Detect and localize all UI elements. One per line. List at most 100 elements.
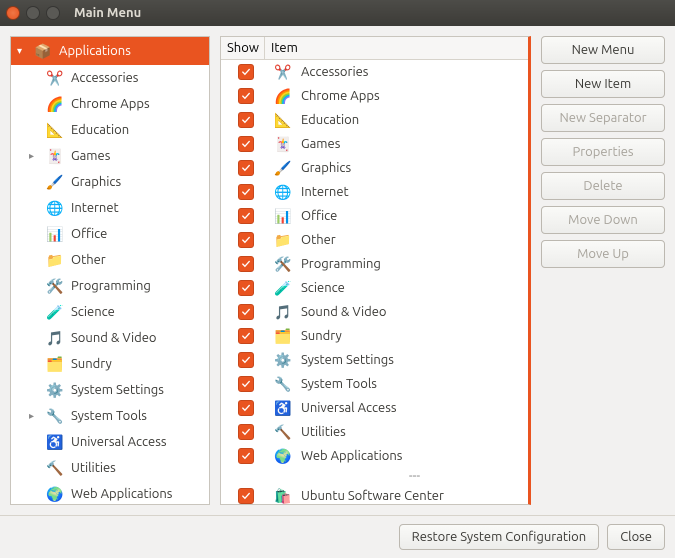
item-row[interactable]: ✓🌍Web Applications (221, 444, 528, 468)
new-item-button[interactable]: New Item (541, 70, 665, 98)
show-checkbox[interactable]: ✓ (238, 112, 254, 128)
item-row[interactable]: ✓🛠️Programming (221, 252, 528, 276)
delete-button[interactable]: Delete (541, 172, 665, 200)
tree-item-label: Games (71, 149, 110, 163)
tree-item[interactable]: ▸📊Office (11, 221, 209, 247)
maximize-icon[interactable] (46, 6, 60, 20)
tree-item[interactable]: ▸⚙️System Settings (11, 377, 209, 403)
item-label: Ubuntu Software Center (301, 489, 522, 503)
system-tools-icon: 🔧 (273, 374, 293, 394)
item-label: Education (301, 113, 522, 127)
close-button[interactable]: Close (607, 524, 665, 550)
graphics-icon: 🖌️ (45, 172, 65, 192)
item-row[interactable]: ✓🛍️Ubuntu Software Center (221, 484, 528, 504)
close-icon[interactable] (6, 6, 20, 20)
tree-item[interactable]: ▸🗂️Sundry (11, 351, 209, 377)
tree-item[interactable]: ▸🔨Utilities (11, 455, 209, 481)
show-checkbox[interactable]: ✓ (238, 328, 254, 344)
tree-item-label: Accessories (71, 71, 138, 85)
show-checkbox[interactable]: ✓ (238, 280, 254, 296)
show-checkbox[interactable]: ✓ (238, 208, 254, 224)
show-checkbox[interactable]: ✓ (238, 160, 254, 176)
column-header-show[interactable]: Show (221, 37, 265, 59)
tree-item-label: Web Applications (71, 487, 172, 501)
show-checkbox[interactable]: ✓ (238, 352, 254, 368)
show-checkbox[interactable]: ✓ (238, 232, 254, 248)
restore-button[interactable]: Restore System Configuration (399, 524, 600, 550)
column-header-item[interactable]: Item (265, 37, 528, 59)
chevron-right-icon[interactable]: ▸ (29, 410, 39, 422)
item-label: Office (301, 209, 522, 223)
tree-item[interactable]: ▸📁Other (11, 247, 209, 273)
category-tree[interactable]: ▾ 📦 Applications ▸✂️Accessories▸🌈Chrome … (10, 36, 210, 505)
move-up-button[interactable]: Move Up (541, 240, 665, 268)
show-checkbox[interactable]: ✓ (238, 448, 254, 464)
web-apps-icon: 🌍 (45, 484, 65, 504)
minimize-icon[interactable] (26, 6, 40, 20)
universal-access-icon: ♿ (45, 432, 65, 452)
item-row[interactable]: ✓ 📊 Office (221, 204, 528, 228)
tree-item[interactable]: ▸🌐Internet (11, 195, 209, 221)
item-row[interactable]: ✓🌐Internet (221, 180, 528, 204)
show-checkbox[interactable]: ✓ (238, 488, 254, 504)
items-panel: Show Item ✓✂️Accessories✓🌈Chrome Apps✓📐E… (220, 36, 531, 505)
programming-icon: 🛠️ (45, 276, 65, 296)
footer: Restore System Configuration Close (0, 515, 675, 558)
item-row[interactable]: ✓🗂️Sundry (221, 324, 528, 348)
item-row[interactable]: ✓🖌️Graphics (221, 156, 528, 180)
office-icon: 📊 (273, 206, 293, 226)
tree-item[interactable]: ▸🌈Chrome Apps (11, 91, 209, 117)
new-separator-button[interactable]: New Separator (541, 104, 665, 132)
chevron-right-icon[interactable]: ▸ (29, 150, 39, 162)
tree-item[interactable]: ▸🃏Games (11, 143, 209, 169)
items-header: Show Item (221, 37, 528, 60)
items-list[interactable]: ✓✂️Accessories✓🌈Chrome Apps✓📐Education✓🃏… (221, 60, 528, 504)
show-checkbox[interactable]: ✓ (238, 88, 254, 104)
tree-item[interactable]: ▸🖌️Graphics (11, 169, 209, 195)
new-menu-button[interactable]: New Menu (541, 36, 665, 64)
tree-item[interactable]: ▸🔧System Tools (11, 403, 209, 429)
graphics-icon: 🖌️ (273, 158, 293, 178)
item-row[interactable]: ✓🃏Games (221, 132, 528, 156)
tree-item[interactable]: ▸🌍Web Applications (11, 481, 209, 505)
show-checkbox[interactable]: ✓ (238, 64, 254, 80)
chevron-down-icon[interactable]: ▾ (17, 45, 27, 57)
item-row[interactable]: ✓🔨Utilities (221, 420, 528, 444)
tree-root-applications[interactable]: ▾ 📦 Applications (11, 37, 209, 65)
programming-icon: 🛠️ (273, 254, 293, 274)
item-row[interactable]: ✓📁Other (221, 228, 528, 252)
content-area: ▾ 📦 Applications ▸✂️Accessories▸🌈Chrome … (0, 26, 675, 515)
tree-item[interactable]: ▸♿Universal Access (11, 429, 209, 455)
tree-item[interactable]: ▸🎵Sound & Video (11, 325, 209, 351)
item-row[interactable]: ✓✂️Accessories (221, 60, 528, 84)
show-checkbox[interactable]: ✓ (238, 376, 254, 392)
tree-item[interactable]: ▸✂️Accessories (11, 65, 209, 91)
tree-item[interactable]: ▸🧪Science (11, 299, 209, 325)
item-row[interactable]: ✓🧪Science (221, 276, 528, 300)
item-row[interactable]: ✓📐Education (221, 108, 528, 132)
show-checkbox[interactable]: ✓ (238, 184, 254, 200)
item-row[interactable]: ✓🌈Chrome Apps (221, 84, 528, 108)
show-checkbox[interactable]: ✓ (238, 304, 254, 320)
system-settings-icon: ⚙️ (273, 350, 293, 370)
item-row[interactable]: ✓🎵Sound & Video (221, 300, 528, 324)
separator-row[interactable]: --- (221, 468, 528, 484)
tree-item[interactable]: ▸🛠️Programming (11, 273, 209, 299)
show-checkbox[interactable]: ✓ (238, 400, 254, 416)
utilities-icon: 🔨 (273, 422, 293, 442)
item-row[interactable]: ✓♿Universal Access (221, 396, 528, 420)
chrome-icon: 🌈 (45, 94, 65, 114)
item-label: Universal Access (301, 401, 522, 415)
tree-item-label: Universal Access (71, 435, 166, 449)
item-label: System Tools (301, 377, 522, 391)
item-row[interactable]: ✓ 🔧 System Tools (221, 372, 528, 396)
item-label: Chrome Apps (301, 89, 522, 103)
tree-item[interactable]: ▸📐Education (11, 117, 209, 143)
show-checkbox[interactable]: ✓ (238, 424, 254, 440)
properties-button[interactable]: Properties (541, 138, 665, 166)
show-checkbox[interactable]: ✓ (238, 256, 254, 272)
move-down-button[interactable]: Move Down (541, 206, 665, 234)
show-checkbox[interactable]: ✓ (238, 136, 254, 152)
item-row[interactable]: ✓⚙️System Settings (221, 348, 528, 372)
tree-root-label: Applications (59, 44, 131, 58)
